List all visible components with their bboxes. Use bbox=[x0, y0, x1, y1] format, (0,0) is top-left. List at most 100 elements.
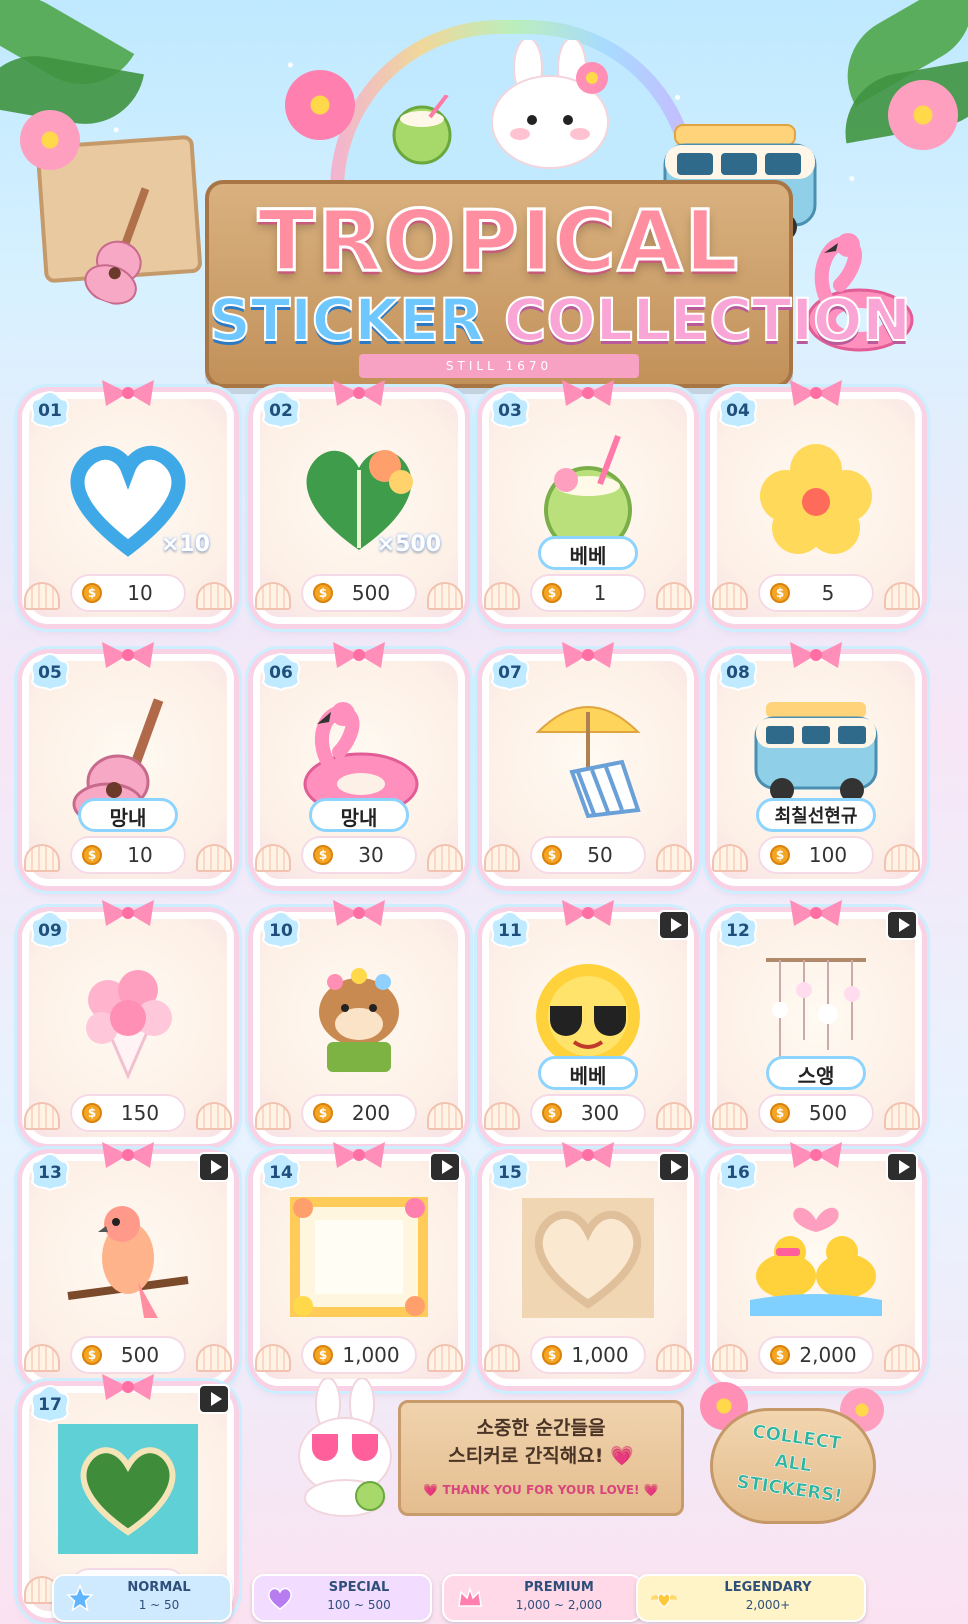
coconut-drink-icon bbox=[392, 95, 452, 165]
bow-icon bbox=[333, 642, 385, 668]
play-video-button[interactable] bbox=[886, 1152, 918, 1182]
bow-icon bbox=[333, 900, 385, 926]
price-text: 2,000 bbox=[799, 1343, 857, 1367]
sticker-card[interactable]: 03 베베 1 bbox=[482, 380, 694, 624]
seashell-icon bbox=[884, 844, 920, 872]
price-pill[interactable]: 5 bbox=[760, 576, 872, 610]
coin-icon bbox=[313, 583, 333, 603]
price-pill[interactable]: 200 bbox=[303, 1096, 415, 1130]
coin-icon bbox=[770, 845, 790, 865]
title-ribbon: STILL 1670 bbox=[359, 354, 639, 378]
sticker-card[interactable]: 15 1,000 bbox=[482, 1142, 694, 1386]
sticker-card[interactable]: 01 ×10 10 bbox=[22, 380, 234, 624]
sticker-card[interactable]: 09 150 bbox=[22, 900, 234, 1144]
sticker-card[interactable]: 10 200 bbox=[253, 900, 465, 1144]
price-text: 500 bbox=[808, 1101, 848, 1125]
title-sticker-collection: STICKER COLLECTION bbox=[208, 285, 912, 355]
seashell-icon bbox=[255, 582, 291, 610]
price-pill[interactable]: 10 bbox=[72, 838, 184, 872]
seashell-icon bbox=[884, 1102, 920, 1130]
price-pill[interactable]: 300 bbox=[532, 1096, 644, 1130]
sticker-name-text: 스앵 bbox=[797, 1064, 835, 1088]
coin-icon bbox=[313, 1103, 333, 1123]
sticker-number: 06 bbox=[269, 663, 293, 683]
coin-icon bbox=[770, 1345, 790, 1365]
price-pill[interactable]: 100 bbox=[760, 838, 872, 872]
seashell-icon bbox=[24, 1102, 60, 1130]
sticker-name-text: 베베 bbox=[569, 1064, 607, 1088]
play-video-button[interactable] bbox=[658, 1152, 690, 1182]
price-pill[interactable]: 30 bbox=[303, 838, 415, 872]
legend-label: SPECIAL bbox=[328, 1580, 390, 1595]
winged-heart-icon bbox=[650, 1584, 678, 1612]
sticker-card[interactable]: 08 최칠선현규 100 bbox=[710, 642, 922, 886]
play-video-button[interactable] bbox=[658, 910, 690, 940]
legend-legendary: LEGENDARY 2,000+ bbox=[636, 1574, 866, 1622]
play-video-button[interactable] bbox=[886, 910, 918, 940]
price-pill[interactable]: 1 bbox=[532, 576, 644, 610]
legend-range: 1,000 ~ 2,000 bbox=[515, 1598, 603, 1612]
seashell-icon bbox=[484, 1102, 520, 1130]
price-pill[interactable]: 2,000 bbox=[760, 1338, 872, 1372]
title-sticker: STICKER bbox=[208, 285, 485, 355]
price-pill[interactable]: 1,000 bbox=[532, 1338, 644, 1372]
price-pill[interactable]: 500 bbox=[303, 576, 415, 610]
sticker-number: 16 bbox=[726, 1163, 750, 1183]
sticker-quantity: ×10 bbox=[160, 532, 210, 557]
price-pill[interactable]: 500 bbox=[760, 1096, 872, 1130]
flower-bouquet-icon bbox=[58, 950, 198, 1080]
legend-premium: PREMIUM 1,000 ~ 2,000 bbox=[442, 1574, 642, 1622]
sticker-number: 01 bbox=[38, 401, 62, 421]
price-pill[interactable]: 10 bbox=[72, 576, 184, 610]
sticker-name-tag: 베베 bbox=[538, 536, 638, 574]
coin-icon bbox=[313, 1345, 333, 1365]
price-pill[interactable]: 1,000 bbox=[303, 1338, 415, 1372]
sticker-number: 11 bbox=[498, 921, 522, 941]
play-video-button[interactable] bbox=[198, 1152, 230, 1182]
sticker-card[interactable]: 14 1,000 bbox=[253, 1142, 465, 1386]
star-icon bbox=[66, 1584, 94, 1612]
bow-icon bbox=[102, 900, 154, 926]
sticker-card[interactable]: 12 스앵 500 bbox=[710, 900, 922, 1144]
play-video-button[interactable] bbox=[198, 1384, 230, 1414]
sticker-card[interactable]: 06 망내 30 bbox=[253, 642, 465, 886]
coin-icon bbox=[82, 845, 102, 865]
bow-icon bbox=[790, 900, 842, 926]
sticker-number: 17 bbox=[38, 1395, 62, 1415]
seashell-icon bbox=[255, 1102, 291, 1130]
price-text: 500 bbox=[120, 1343, 160, 1367]
bow-icon bbox=[562, 380, 614, 406]
heart-icon bbox=[266, 1584, 294, 1612]
message-banner: 소중한 순간들을 스티커로 간직해요! 💗 💗 THANK YOU FOR YO… bbox=[250, 1378, 690, 1518]
seashell-icon bbox=[884, 582, 920, 610]
legend-label: NORMAL bbox=[127, 1580, 191, 1595]
sticker-number: 02 bbox=[269, 401, 293, 421]
coin-icon bbox=[82, 1103, 102, 1123]
price-pill[interactable]: 500 bbox=[72, 1338, 184, 1372]
price-pill[interactable]: 150 bbox=[72, 1096, 184, 1130]
sticker-number: 05 bbox=[38, 663, 62, 683]
sticker-card[interactable]: 04 5 bbox=[710, 380, 922, 624]
wooden-message-board: 소중한 순간들을 스티커로 간직해요! 💗 💗 THANK YOU FOR YO… bbox=[398, 1400, 684, 1516]
price-pill[interactable]: 50 bbox=[532, 838, 644, 872]
title-tropical: TROPICAL bbox=[256, 191, 741, 292]
seashell-icon bbox=[484, 1344, 520, 1372]
sticker-card[interactable]: 02 ×500 500 bbox=[253, 380, 465, 624]
sticker-name-tag: 스앵 bbox=[766, 1056, 866, 1094]
sticker-number: 04 bbox=[726, 401, 750, 421]
sticker-card[interactable]: 16 2,000 bbox=[710, 1142, 922, 1386]
price-text: 200 bbox=[351, 1101, 391, 1125]
collect-text: COLLECT ALL STICKERS! bbox=[708, 1414, 877, 1514]
sticker-card[interactable]: 05 망내 10 bbox=[22, 642, 234, 886]
play-video-button[interactable] bbox=[429, 1152, 461, 1182]
sticker-card[interactable]: 11 베베 300 bbox=[482, 900, 694, 1144]
bow-icon bbox=[102, 1374, 154, 1400]
bunny-sunglasses-icon bbox=[298, 1378, 392, 1517]
seashell-icon bbox=[656, 582, 692, 610]
seashell-icon bbox=[427, 1102, 463, 1130]
seashell-icon bbox=[712, 844, 748, 872]
sticker-card[interactable]: 07 50 bbox=[482, 642, 694, 886]
message-line-2: 스티커로 간직해요! 💗 bbox=[448, 1445, 634, 1467]
sticker-card[interactable]: 13 500 bbox=[22, 1142, 234, 1386]
sticker-name-tag: 베베 bbox=[538, 1056, 638, 1094]
